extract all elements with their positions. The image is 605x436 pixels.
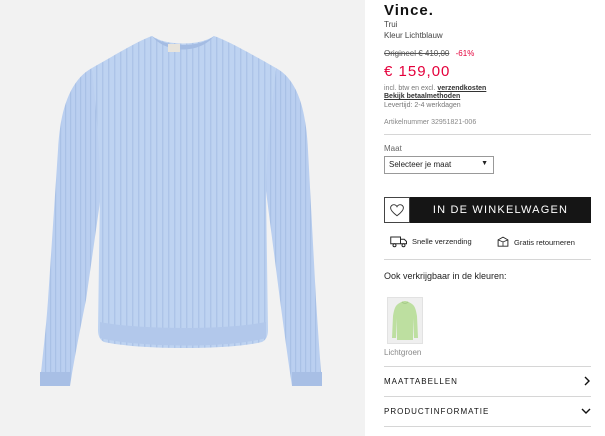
- wishlist-button[interactable]: [384, 197, 410, 223]
- delivery-time: Levertijd: 2-4 werkdagen: [384, 102, 461, 109]
- brand-name[interactable]: Vince.: [384, 2, 434, 19]
- divider: [384, 134, 591, 135]
- accordion-size-tables[interactable]: MAATTABELLEN: [384, 367, 591, 395]
- divider: [384, 426, 591, 427]
- usp-free-returns: Gratis retourneren: [496, 235, 575, 249]
- add-to-cart-button[interactable]: IN DE WINKELWAGEN: [410, 197, 591, 223]
- usp-label: Snelle verzending: [412, 237, 472, 246]
- size-select[interactable]: Selecteer je maat ▼: [384, 156, 494, 174]
- accordion-product-info[interactable]: PRODUCTINFORMATIE: [384, 397, 591, 425]
- usp-label: Gratis retourneren: [514, 237, 575, 247]
- discount-badge: -61%: [455, 49, 475, 58]
- caret-down-icon: ▼: [481, 160, 488, 167]
- chevron-down-icon: [581, 408, 591, 414]
- original-price: Origineel € 410,00: [384, 49, 450, 58]
- original-price-row: Origineel € 410,00 -61%: [384, 49, 474, 58]
- variant-image: [392, 301, 418, 340]
- product-color: Kleur Lichtblauw: [384, 31, 443, 40]
- usp-fast-shipping: Snelle verzending: [390, 235, 472, 248]
- truck-icon: [390, 236, 407, 248]
- tax-info: incl. btw en excl. verzendkosten: [384, 85, 486, 92]
- article-number: Artikelnummer 32951821-006: [384, 119, 477, 126]
- color-swatch-lichtgroen[interactable]: [387, 297, 423, 344]
- product-type: Trui: [384, 20, 398, 29]
- payment-methods-link[interactable]: Bekijk betaalmethoden: [384, 93, 460, 100]
- chevron-right-icon: [584, 376, 590, 386]
- swatch-label: Lichtgroen: [384, 348, 422, 357]
- accordion-label: MAATTABELLEN: [384, 376, 458, 386]
- product-image-panel[interactable]: [0, 0, 365, 436]
- current-price: € 159,00: [384, 63, 451, 80]
- shipping-link[interactable]: verzendkosten: [437, 85, 486, 92]
- heart-icon: [390, 203, 404, 216]
- other-colors-heading: Ook verkrijgbaar in de kleuren:: [384, 271, 507, 281]
- accordion-label: PRODUCTINFORMATIE: [384, 406, 490, 416]
- product-image: [40, 36, 322, 386]
- size-select-value: Selecteer je maat: [389, 160, 452, 169]
- return-box-icon: [497, 236, 509, 247]
- tax-info-text: incl. btw en excl.: [384, 85, 438, 92]
- divider: [384, 259, 591, 260]
- size-label: Maat: [384, 144, 402, 153]
